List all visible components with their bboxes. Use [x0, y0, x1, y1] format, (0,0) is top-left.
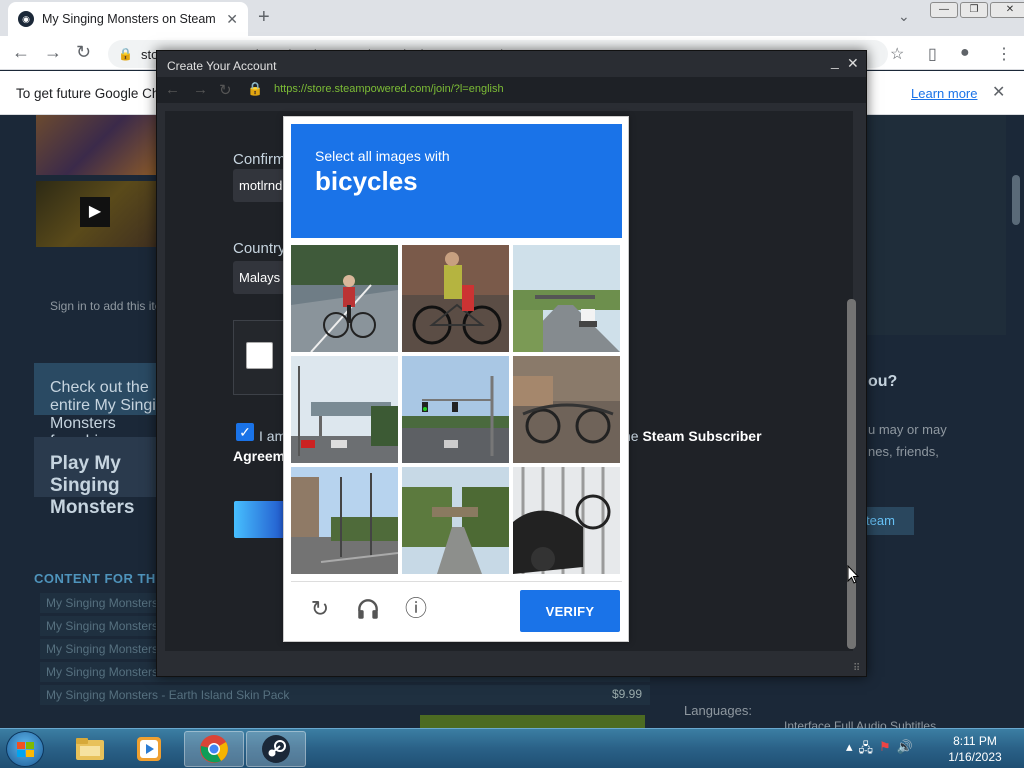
minimize-window-button[interactable]: — — [930, 2, 958, 18]
tab-close-icon[interactable]: ✕ — [226, 11, 238, 28]
popup-title: Create Your Account — [167, 59, 277, 73]
clock-date: 1/16/2023 — [948, 750, 1002, 764]
right-panel-body: u may or may nes, friends, — [868, 422, 947, 459]
taskbar-explorer[interactable] — [60, 731, 120, 767]
volume-icon[interactable]: 🔊 — [897, 739, 913, 761]
popup-reload-icon[interactable]: ↻ — [219, 81, 232, 99]
mouse-cursor-icon — [847, 565, 859, 584]
bookmark-star-icon[interactable]: ☆ — [890, 44, 904, 64]
infobar-close-icon[interactable]: ✕ — [992, 82, 1005, 102]
captcha-instructions: Select all images with bicycles — [291, 124, 622, 238]
captcha-tile-bicycle-rider[interactable] — [402, 245, 509, 352]
captcha-tile-tree-road[interactable] — [402, 467, 509, 574]
new-tab-button[interactable]: + — [258, 6, 270, 29]
tab-my-singing-monsters[interactable]: ◉ My Singing Monsters on Steam ✕ — [8, 2, 248, 36]
captcha-tile-highway-truck[interactable] — [513, 245, 620, 352]
forward-arrow-icon[interactable]: → — [44, 42, 62, 63]
country-label: Country — [233, 240, 286, 257]
captcha-tile-cyclist[interactable] — [291, 245, 398, 352]
captcha-target-word: bicycles — [315, 166, 418, 196]
recaptcha-challenge: Select all images with bicycles ↻ ⓘ VERI… — [283, 116, 629, 642]
back-arrow-icon[interactable]: ← — [12, 42, 30, 63]
side-panel-icon[interactable]: ▯ — [928, 44, 937, 64]
verify-button[interactable]: VERIFY — [520, 590, 620, 632]
languages-heading: Languages: — [684, 703, 752, 718]
popup-url: https://store.steampowered.com/join/?l=e… — [274, 83, 504, 95]
menu-kebab-icon[interactable]: ⋮ — [996, 44, 1012, 64]
dlc-price: $9.99 — [612, 687, 643, 701]
window-controls: — ❐ ✕ — [928, 2, 1024, 18]
close-window-button[interactable]: ✕ — [990, 2, 1024, 18]
restore-window-button[interactable]: ❐ — [960, 2, 988, 18]
play-icon[interactable]: ▶ — [80, 197, 110, 227]
agree-checkbox[interactable]: ✓ — [236, 423, 254, 441]
confirm-email-label: Confirm — [233, 151, 286, 168]
popup-scrollbar[interactable] — [847, 299, 856, 649]
popup-minimize-button[interactable]: _ — [831, 53, 839, 69]
game-info-panel — [856, 115, 1006, 335]
folder-icon — [76, 738, 104, 760]
reload-icon[interactable]: ↻ — [76, 42, 91, 63]
network-icon[interactable]: 🖧 — [859, 739, 874, 761]
show-hidden-icons[interactable]: ▴ — [846, 739, 853, 761]
dlc-item[interactable]: My Singing Monsters - Earth Island Skin … — [40, 685, 650, 705]
steam-favicon-icon: ◉ — [18, 11, 34, 27]
captcha-instruction-text: Select all images with — [315, 148, 450, 164]
captcha-tile-motorcycle[interactable] — [513, 467, 620, 574]
captcha-tile-overpass[interactable] — [291, 356, 398, 463]
reload-challenge-icon[interactable]: ↻ — [307, 596, 333, 622]
popup-back-icon[interactable]: ← — [165, 81, 180, 98]
start-button[interactable] — [6, 731, 44, 767]
purchase-heading: Play My Singing Monsters — [34, 437, 174, 518]
chrome-icon — [200, 735, 228, 763]
recaptcha-widget — [233, 320, 289, 395]
learn-more-link[interactable]: Learn more — [911, 86, 977, 101]
right-panel-heading: ou? — [868, 373, 898, 390]
windows-taskbar: ▴ 🖧 ⚑ 🔊 8:11 PM 1/16/2023 — [0, 728, 1024, 768]
subscriber-agreement-link-2[interactable]: Agreem — [233, 448, 285, 464]
windows-logo-icon — [17, 742, 34, 757]
franchise-banner[interactable]: Check out the entire My Singing Monsters… — [34, 363, 174, 468]
captcha-tile-bike-rack[interactable] — [513, 356, 620, 463]
agree-text-continued: he Steam Subscriber — [623, 428, 762, 444]
screenshot-thumbnail[interactable] — [36, 115, 156, 175]
popup-forward-icon[interactable]: → — [193, 81, 208, 98]
steam-icon — [262, 735, 290, 763]
taskbar-clock[interactable]: 8:11 PM 1/16/2023 — [942, 733, 1008, 765]
popup-navbar: ← → ↻ 🔒 https://store.steampowered.com/j… — [157, 77, 866, 103]
resize-grip-icon[interactable]: ⠿ — [853, 663, 860, 674]
secure-lock-icon: 🔒 — [247, 81, 264, 96]
audio-challenge-icon[interactable] — [355, 596, 381, 622]
captcha-tile-traffic-lights[interactable] — [402, 356, 509, 463]
info-icon[interactable]: ⓘ — [403, 596, 429, 622]
system-tray: ▴ 🖧 ⚑ 🔊 — [846, 739, 913, 761]
tab-search-chevron-icon[interactable]: ⌄ — [898, 8, 910, 25]
captcha-image-grid — [291, 245, 622, 575]
page-scrollbar[interactable] — [1012, 175, 1020, 225]
tab-title: My Singing Monsters on Steam — [42, 12, 216, 26]
lock-icon[interactable]: 🔒 — [118, 47, 133, 61]
browser-tabstrip: ◉ My Singing Monsters on Steam ✕ + ⌄ — ❐… — [0, 0, 1024, 36]
popup-close-button[interactable]: ✕ — [847, 55, 859, 72]
profile-avatar-icon[interactable]: ● — [960, 44, 970, 62]
captcha-tile-railway-street[interactable] — [291, 467, 398, 574]
captcha-footer: ↻ ⓘ VERIFY — [291, 581, 622, 637]
taskbar-media-player[interactable] — [120, 731, 180, 767]
taskbar-chrome[interactable] — [184, 731, 244, 767]
taskbar-steam[interactable] — [246, 731, 306, 767]
subscriber-agreement-link[interactable]: Steam Subscriber — [642, 428, 761, 444]
action-center-icon[interactable]: ⚑ — [879, 739, 891, 761]
recaptcha-checkbox[interactable] — [246, 342, 273, 369]
media-player-icon — [137, 737, 161, 761]
clock-time: 8:11 PM — [953, 734, 997, 748]
right-panel-button[interactable]: team — [862, 507, 914, 535]
